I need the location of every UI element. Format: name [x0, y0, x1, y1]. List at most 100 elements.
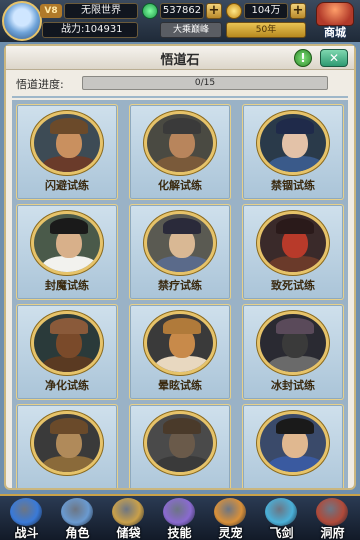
portrait-body	[268, 456, 324, 472]
trial-label: 化解试练	[158, 179, 202, 192]
nav-item[interactable]: 飞剑	[256, 496, 307, 540]
portrait-headwear	[276, 118, 314, 134]
nav-icon	[61, 498, 93, 526]
nav-icon	[163, 498, 195, 526]
portrait-body	[155, 356, 211, 372]
divider	[12, 96, 348, 98]
trial-portrait	[257, 211, 329, 275]
panel-header: 悟道石 ! ✕	[6, 46, 354, 70]
trial-portrait	[257, 111, 329, 175]
shop-pavilion-icon	[316, 2, 354, 26]
trial-card[interactable]: 晕眩试练	[129, 304, 231, 400]
portrait-body	[268, 256, 324, 272]
gold-currency-icon	[226, 3, 242, 19]
trial-label: 禁锢试练	[271, 179, 315, 192]
cultivation-realm: 大乘巅峰	[160, 22, 222, 38]
trial-portrait	[31, 411, 103, 475]
nav-label: 洞府	[320, 526, 345, 540]
progress-label: 悟道进度:	[16, 78, 64, 91]
trial-portrait	[144, 411, 216, 475]
enlightenment-stone-panel: 悟道石 ! ✕ 悟道进度: 0/15 闪避试练 化解试练 禁锢试练封魔试练 禁疗试练 致…	[4, 44, 356, 490]
trial-card[interactable]	[16, 404, 118, 488]
nav-label: 角色	[65, 526, 90, 540]
portrait-body	[155, 256, 211, 272]
close-button[interactable]: ✕	[320, 49, 348, 67]
jade-amount: 537862	[160, 3, 204, 19]
nav-label: 飞剑	[269, 526, 294, 540]
add-jade-button[interactable]: +	[206, 3, 222, 19]
jade-currency-icon	[142, 3, 158, 19]
portrait-body	[42, 356, 98, 372]
shop-label: 商城	[324, 26, 346, 39]
trial-portrait	[144, 111, 216, 175]
nav-icon	[214, 498, 246, 526]
nav-item[interactable]: 洞府	[307, 496, 358, 540]
trial-label: 晕眩试练	[158, 379, 202, 392]
portrait-body	[268, 156, 324, 172]
trial-card[interactable]: 致死试练	[242, 204, 344, 300]
trial-card[interactable]: 净化试练	[16, 304, 118, 400]
top-hud: V8 无限世界 战力:104931 537862 + 104万 + 大乘巅峰 5…	[0, 0, 360, 42]
portrait-headwear	[163, 418, 201, 434]
server-name: 无限世界	[64, 3, 138, 19]
trial-portrait	[257, 411, 329, 475]
trial-label: 致死试练	[271, 279, 315, 292]
portrait-headwear	[276, 218, 314, 234]
nav-icon	[316, 498, 348, 526]
add-gold-button[interactable]: +	[290, 3, 306, 19]
nav-item[interactable]: 灵宠	[205, 496, 256, 540]
help-button[interactable]: !	[294, 49, 312, 67]
portrait-headwear	[50, 218, 88, 234]
progress-bar: 0/15	[82, 76, 328, 90]
trial-label: 净化试练	[45, 379, 89, 392]
trial-portrait	[31, 111, 103, 175]
portrait-headwear	[50, 118, 88, 134]
nav-icon	[112, 498, 144, 526]
gold-amount: 104万	[244, 3, 288, 19]
portrait-headwear	[163, 318, 201, 334]
nav-label: 储袋	[116, 526, 141, 540]
portrait-body	[42, 256, 98, 272]
trial-grid: 闪避试练 化解试练 禁锢试练封魔试练 禁疗试练 致死试练净化试练 晕眩试练 冰封试练	[12, 100, 348, 488]
trial-portrait	[257, 311, 329, 375]
cultivation-years: 50年	[226, 22, 306, 38]
portrait-headwear	[276, 318, 314, 334]
trial-card[interactable]	[129, 404, 231, 488]
trial-card[interactable]: 禁锢试练	[242, 104, 344, 200]
trial-label: 禁疗试练	[158, 279, 202, 292]
shop-button[interactable]: 商城	[312, 0, 358, 42]
trial-card[interactable]	[242, 404, 344, 488]
trial-label: 闪避试练	[45, 179, 89, 192]
portrait-headwear	[163, 218, 201, 234]
portrait-body	[155, 156, 211, 172]
trial-portrait	[31, 211, 103, 275]
portrait-body	[42, 156, 98, 172]
trial-card[interactable]: 封魔试练	[16, 204, 118, 300]
nav-icon	[10, 498, 42, 526]
vip-badge: V8	[40, 4, 62, 18]
nav-icon	[265, 498, 297, 526]
portrait-body	[155, 456, 211, 472]
trial-card[interactable]: 化解试练	[129, 104, 231, 200]
player-avatar[interactable]	[2, 1, 42, 41]
trial-portrait	[144, 211, 216, 275]
trial-card[interactable]: 冰封试练	[242, 304, 344, 400]
trial-card[interactable]: 禁疗试练	[129, 204, 231, 300]
portrait-headwear	[50, 318, 88, 334]
nav-label: 技能	[167, 526, 192, 540]
portrait-headwear	[276, 418, 314, 434]
trial-portrait	[31, 311, 103, 375]
progress-text: 0/15	[194, 78, 216, 88]
nav-item[interactable]: 角色	[52, 496, 103, 540]
nav-item[interactable]: 技能	[154, 496, 205, 540]
nav-item[interactable]: 战斗	[1, 496, 52, 540]
trial-card[interactable]: 闪避试练	[16, 104, 118, 200]
trial-portrait	[144, 311, 216, 375]
bottom-nav: 战斗 角色 储袋 技能 灵宠 飞剑 洞府	[0, 494, 360, 540]
nav-label: 战斗	[14, 526, 39, 540]
nav-item[interactable]: 储袋	[103, 496, 154, 540]
portrait-body	[42, 456, 98, 472]
nav-label: 灵宠	[218, 526, 243, 540]
trial-label: 冰封试练	[271, 379, 315, 392]
portrait-body	[268, 356, 324, 372]
